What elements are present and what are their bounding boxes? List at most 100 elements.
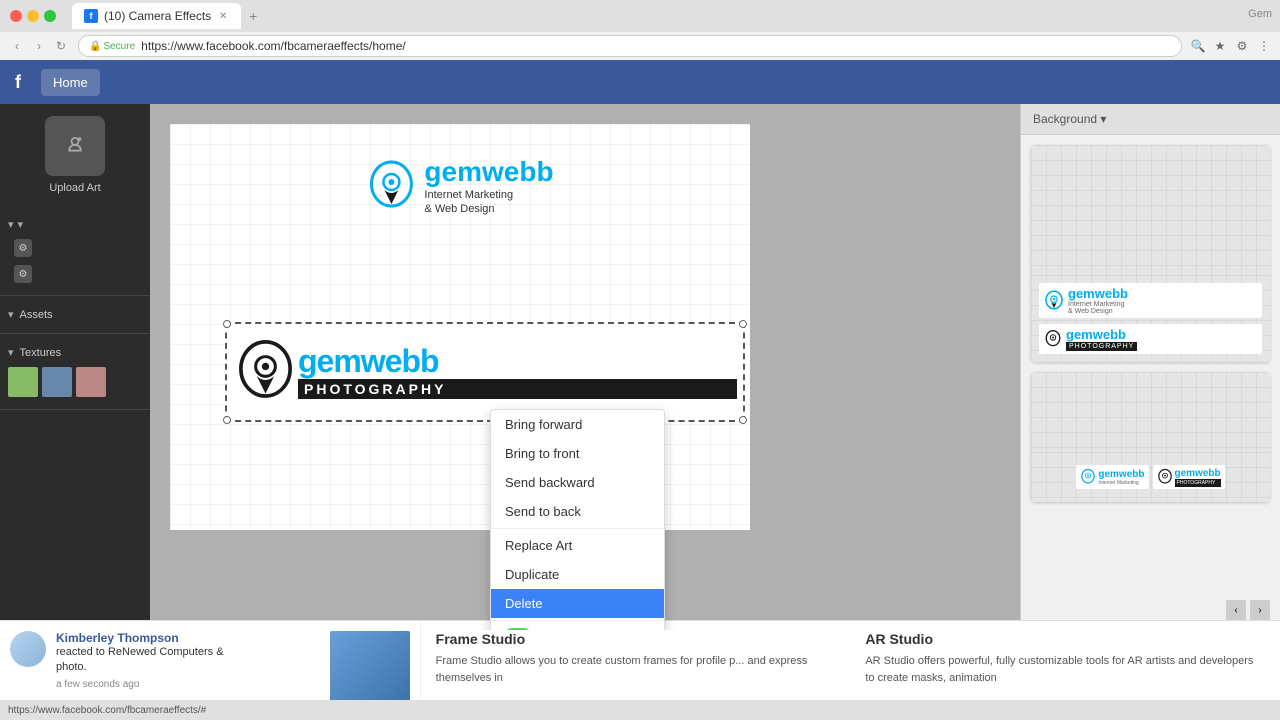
menu-icon[interactable]: ⋮ (1256, 38, 1272, 54)
preview-card-1: gemwebb Internet Marketing& Web Design g… (1031, 145, 1270, 362)
feed-text-1: Kimberley Thompson reacted to ReNewed Co… (56, 631, 320, 690)
card-body-3: AR Studio offers powerful, fully customi… (865, 653, 1265, 686)
tab-title: (10) Camera Effects (104, 9, 211, 23)
bookmark-icon[interactable]: ★ (1212, 38, 1228, 54)
feed-photo-1 (330, 631, 410, 711)
preview-card-bottom-1: gemwebb Internet Marketing& Web Design g… (1031, 275, 1270, 362)
editor-area: Upload Art ▾ ▾ ⚙ ⚙ ▾ (0, 104, 1280, 630)
card-title-3: AR Studio (865, 631, 1265, 647)
upload-art-area: Upload Art (0, 104, 150, 206)
logo-top: gemwebb Internet Marketing & Web Design (366, 154, 553, 219)
preview-card-top-1 (1031, 145, 1270, 275)
minimize-button[interactable] (27, 10, 39, 22)
back-nav-button[interactable]: ‹ (8, 37, 26, 55)
bring-to-front-item[interactable]: Bring to front (491, 439, 664, 468)
preview-wide-icon-1 (1080, 467, 1096, 487)
sidebar-icon-1: ⚙ (14, 239, 32, 257)
close-button[interactable] (10, 10, 22, 22)
expand-icon-1: ▾ (8, 218, 14, 231)
maximize-button[interactable] (44, 10, 56, 22)
fb-logo: f (15, 72, 21, 93)
upload-art-label: Upload Art (49, 182, 100, 194)
toolbar-icons: 🔍 ★ ⚙ ⋮ (1190, 38, 1272, 54)
preview-sm-logo2: gemwebb PHOTOGRAPHY (1153, 465, 1225, 489)
background-button[interactable]: Background ▾ (1033, 112, 1106, 126)
preview-wide-text-2: gemwebb PHOTOGRAPHY (1175, 468, 1221, 487)
sidebar-item-2[interactable]: ⚙ (8, 261, 142, 287)
preview-sm-logo1: gemwebb Internet Marketing (1076, 465, 1148, 489)
gemwebb-name-top: gemwebb (424, 157, 553, 188)
shrink-width-toggle-item: Shrink with width (491, 623, 664, 630)
handle-bottom-right[interactable] (739, 416, 747, 424)
card-body-2: Frame Studio allows you to create custom… (436, 653, 836, 686)
shrink-width-label: Shrink with width (541, 628, 631, 630)
preview-logo-icon-2 (1044, 328, 1062, 350)
menu-divider-2 (491, 620, 664, 621)
sidebar-icon-2: ⚙ (14, 265, 32, 283)
textures-header: ▾ Textures (8, 342, 142, 363)
preview-wide-icon-2 (1157, 467, 1173, 487)
selected-logo-text: gemwebb PHOTOGRAPHY (298, 345, 737, 399)
preview-gem-1: gemwebb (1068, 286, 1128, 301)
context-menu: Bring forward Bring to front Send backwa… (490, 409, 665, 630)
replace-art-item[interactable]: Replace Art (491, 531, 664, 560)
card-title-2: Frame Studio (436, 631, 836, 647)
shrink-width-toggle[interactable] (505, 628, 531, 630)
menu-divider-1 (491, 528, 664, 529)
texture-item-1[interactable] (8, 367, 38, 397)
sidebar-section-2: ▾ Assets (0, 296, 150, 334)
fb-nav-tabs: Home (41, 69, 100, 96)
browser-chrome: f (10) Camera Effects ✕ + Gem ‹ › ↻ 🔒 Se… (0, 0, 1280, 60)
new-tab-button[interactable]: + (247, 10, 259, 22)
preview-wide-top (1031, 372, 1270, 452)
right-panel: Background ▾ gemwebb (1020, 104, 1280, 630)
texture-item-3[interactable] (76, 367, 106, 397)
sidebar-section-1: ▾ ▾ ⚙ ⚙ (0, 206, 150, 296)
search-icon[interactable]: 🔍 (1190, 38, 1206, 54)
sidebar-header-1: ▾ ▾ (8, 214, 142, 235)
bring-forward-item[interactable]: Bring forward (491, 410, 664, 439)
send-to-back-item[interactable]: Send to back (491, 497, 664, 526)
preview-logo-text-1: gemwebb Internet Marketing& Web Design (1068, 286, 1128, 315)
reload-button[interactable]: ↻ (52, 37, 70, 55)
selected-logo-icon (233, 332, 298, 412)
next-page-icon[interactable]: › (1250, 600, 1270, 620)
secure-badge: 🔒 Secure (89, 41, 135, 52)
settings-icon[interactable]: ⚙ (1234, 38, 1250, 54)
home-tab[interactable]: Home (41, 69, 100, 96)
preview-card-2: gemwebb Internet Marketing gemwebb PHOT (1031, 372, 1270, 502)
traffic-lights (10, 10, 56, 22)
handle-top-left[interactable] (223, 320, 231, 328)
forward-nav-button[interactable]: › (30, 37, 48, 55)
preview-logo-sm-1: gemwebb Internet Marketing& Web Design (1039, 283, 1262, 318)
preview-wide-bottom: gemwebb Internet Marketing gemwebb PHOT (1031, 452, 1270, 502)
photography-bar: PHOTOGRAPHY (298, 379, 737, 399)
duplicate-item[interactable]: Duplicate (491, 560, 664, 589)
address-input[interactable]: 🔒 Secure https://www.facebook.com/fbcame… (78, 35, 1182, 57)
fb-nav: f Home (0, 60, 1280, 104)
feed-body-1: reacted to ReNewed Computers & photo. (56, 645, 320, 676)
sidebar-item-1[interactable]: ⚙ (8, 235, 142, 261)
send-backward-item[interactable]: Send backward (491, 468, 664, 497)
assets-header: ▾ Assets (8, 304, 142, 325)
sidebar-section-3: ▾ Textures (0, 334, 150, 410)
prev-page-icon[interactable]: ‹ (1226, 600, 1246, 620)
upload-art-button[interactable] (45, 116, 105, 176)
tab-bar: f (10) Camera Effects ✕ + (72, 3, 259, 29)
preview-wide-text-1: gemwebb Internet Marketing (1098, 469, 1144, 486)
texture-item-2[interactable] (42, 367, 72, 397)
feed-avatar-1 (10, 631, 46, 667)
preview-logo-text-2: gemwebb PHOTOGRAPHY (1066, 327, 1137, 351)
tab-close-button[interactable]: ✕ (217, 10, 229, 22)
delete-item[interactable]: Delete (491, 589, 664, 618)
selected-element-border: gemwebb PHOTOGRAPHY (225, 322, 745, 422)
corner-label: Gem (1248, 8, 1272, 20)
page-nav-icons: ‹ › (1226, 600, 1270, 620)
canvas-area[interactable]: gemwebb Internet Marketing & Web Design (150, 104, 1020, 630)
left-sidebar: Upload Art ▾ ▾ ⚙ ⚙ ▾ (0, 104, 150, 630)
right-panel-header: Background ▾ (1021, 104, 1280, 135)
handle-top-right[interactable] (739, 320, 747, 328)
browser-tab[interactable]: f (10) Camera Effects ✕ (72, 3, 241, 29)
preview-logo-icon-1 (1044, 288, 1064, 314)
handle-bottom-left[interactable] (223, 416, 231, 424)
